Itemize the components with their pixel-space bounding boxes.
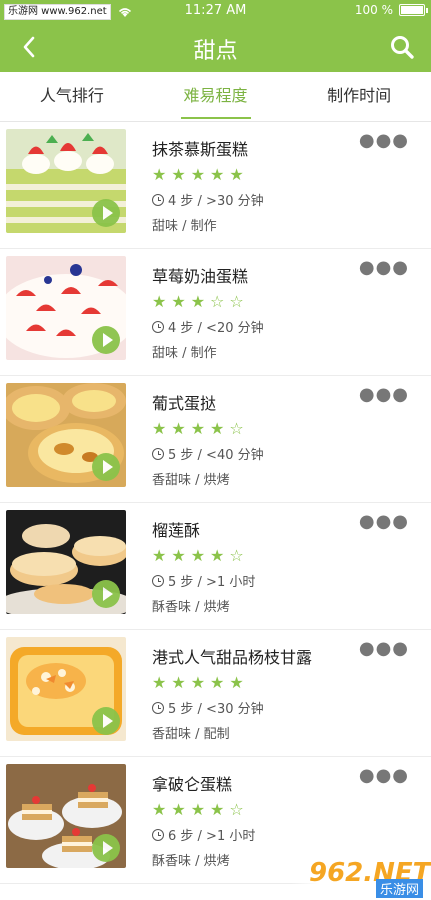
recipe-tags: 酥香味 / 烘烤: [152, 600, 230, 615]
recipe-steps: 5 步 / <30 分钟: [168, 702, 264, 717]
star-empty-icon: ☆: [229, 546, 249, 565]
recipe-tags: 香甜味 / 配制: [152, 727, 230, 742]
battery-icon: [399, 4, 428, 16]
star-filled-icon: ★: [210, 673, 230, 692]
list-item[interactable]: 草莓奶油蛋糕 ★★★☆☆ 4 步 / <20 分钟 甜味 / 制作 ●●●: [0, 249, 431, 376]
clock-icon: [152, 701, 164, 714]
star-empty-icon: ☆: [229, 800, 249, 819]
recipe-steps: 4 步 / <20 分钟: [168, 321, 264, 336]
recipe-thumbnail[interactable]: [6, 637, 126, 741]
more-options-icon[interactable]: ●●●: [359, 767, 409, 785]
more-options-icon[interactable]: ●●●: [359, 640, 409, 658]
list-item[interactable]: 抹茶慕斯蛋糕 ★★★★★ 4 步 / >30 分钟 甜味 / 制作 ●●●: [0, 122, 431, 249]
star-filled-icon: ★: [229, 165, 249, 184]
more-options-icon[interactable]: ●●●: [359, 386, 409, 404]
recipe-name: 港式人气甜品杨枝甘露: [152, 648, 313, 667]
clock-icon: [152, 193, 164, 206]
more-options-icon[interactable]: ●●●: [359, 513, 409, 531]
recipe-thumbnail[interactable]: [6, 129, 126, 233]
recipe-list: 抹茶慕斯蛋糕 ★★★★★ 4 步 / >30 分钟 甜味 / 制作 ●●● 草莓…: [0, 122, 431, 884]
star-filled-icon: ★: [190, 800, 211, 819]
star-filled-icon: ★: [171, 800, 191, 819]
star-empty-icon: ☆: [229, 419, 249, 438]
star-filled-icon: ★: [171, 673, 191, 692]
star-filled-icon: ★: [190, 419, 211, 438]
star-filled-icon: ★: [171, 165, 191, 184]
recipe-steps: 4 步 / >30 分钟: [168, 194, 264, 209]
recipe-name: 葡式蛋挞: [152, 394, 217, 413]
app-header: 甜点: [0, 22, 431, 72]
clock-icon: [152, 447, 164, 460]
star-filled-icon: ★: [152, 673, 172, 692]
tab-popularity[interactable]: 人气排行: [0, 72, 144, 121]
watermark-sub: 乐游网: [375, 879, 423, 898]
play-video-icon[interactable]: [92, 326, 120, 354]
play-video-icon[interactable]: [92, 580, 120, 608]
search-icon: [391, 36, 414, 59]
recipe-tags: 甜味 / 制作: [152, 219, 217, 234]
recipe-steps: 5 步 / >1 小时: [168, 575, 256, 590]
rating-stars: ★★★☆☆: [152, 293, 381, 311]
recipe-name: 抹茶慕斯蛋糕: [152, 140, 249, 159]
star-filled-icon: ★: [210, 800, 230, 819]
play-video-icon[interactable]: [92, 834, 120, 862]
star-filled-icon: ★: [152, 292, 172, 311]
list-item[interactable]: 榴莲酥 ★★★★☆ 5 步 / >1 小时 酥香味 / 烘烤 ●●●: [0, 503, 431, 630]
star-empty-icon: ☆: [229, 292, 249, 311]
tab-difficulty[interactable]: 难易程度: [144, 72, 288, 121]
star-filled-icon: ★: [210, 546, 230, 565]
rating-stars: ★★★★☆: [152, 547, 381, 565]
recipe-thumbnail[interactable]: [6, 383, 126, 487]
more-options-icon[interactable]: ●●●: [359, 259, 409, 277]
recipe-name: 拿破仑蛋糕: [152, 775, 233, 794]
star-filled-icon: ★: [210, 165, 230, 184]
rating-stars: ★★★★☆: [152, 420, 381, 438]
page-title: 甜点: [193, 39, 238, 64]
recipe-tags: 香甜味 / 烘烤: [152, 473, 230, 488]
star-filled-icon: ★: [190, 292, 211, 311]
recipe-steps: 5 步 / <40 分钟: [168, 448, 264, 463]
clock-icon: [152, 828, 164, 841]
recipe-name: 草莓奶油蛋糕: [152, 267, 249, 286]
play-video-icon[interactable]: [92, 707, 120, 735]
recipe-thumbnail[interactable]: [6, 510, 126, 614]
play-video-icon[interactable]: [92, 199, 120, 227]
more-options-icon[interactable]: ●●●: [359, 132, 409, 150]
star-filled-icon: ★: [229, 673, 249, 692]
star-filled-icon: ★: [171, 546, 191, 565]
star-filled-icon: ★: [190, 546, 211, 565]
recipe-name: 榴莲酥: [152, 521, 201, 540]
star-filled-icon: ★: [152, 419, 172, 438]
list-item[interactable]: 港式人气甜品杨枝甘露 ★★★★★ 5 步 / <30 分钟 香甜味 / 配制 ●…: [0, 630, 431, 757]
recipe-steps: 6 步 / >1 小时: [168, 829, 256, 844]
recipe-tags: 甜味 / 制作: [152, 346, 217, 361]
status-bar: 乐游网 www.962.net 11:27 AM 100 %: [0, 0, 431, 22]
tab-cook-time[interactable]: 制作时间: [287, 72, 431, 121]
star-filled-icon: ★: [152, 546, 172, 565]
rating-stars: ★★★★★: [152, 674, 381, 692]
star-filled-icon: ★: [190, 165, 211, 184]
star-filled-icon: ★: [190, 673, 211, 692]
star-empty-icon: ☆: [210, 292, 230, 311]
top-bar: 乐游网 www.962.net 11:27 AM 100 % 甜点: [0, 0, 431, 72]
battery-percent: 100 %: [354, 3, 393, 17]
star-filled-icon: ★: [152, 165, 172, 184]
tab-bar: 人气排行 难易程度 制作时间: [0, 72, 431, 122]
rating-stars: ★★★★★: [152, 166, 381, 184]
recipe-thumbnail[interactable]: [6, 764, 126, 868]
star-filled-icon: ★: [152, 800, 172, 819]
rating-stars: ★★★★☆: [152, 801, 381, 819]
play-video-icon[interactable]: [92, 453, 120, 481]
search-button[interactable]: [387, 32, 417, 62]
star-filled-icon: ★: [171, 292, 191, 311]
site-watermark: 962.NET 乐游网: [291, 856, 431, 900]
star-filled-icon: ★: [210, 419, 230, 438]
clock-icon: [152, 320, 164, 333]
star-filled-icon: ★: [171, 419, 191, 438]
list-item[interactable]: 葡式蛋挞 ★★★★☆ 5 步 / <40 分钟 香甜味 / 烘烤 ●●●: [0, 376, 431, 503]
clock-icon: [152, 574, 164, 587]
recipe-thumbnail[interactable]: [6, 256, 126, 360]
